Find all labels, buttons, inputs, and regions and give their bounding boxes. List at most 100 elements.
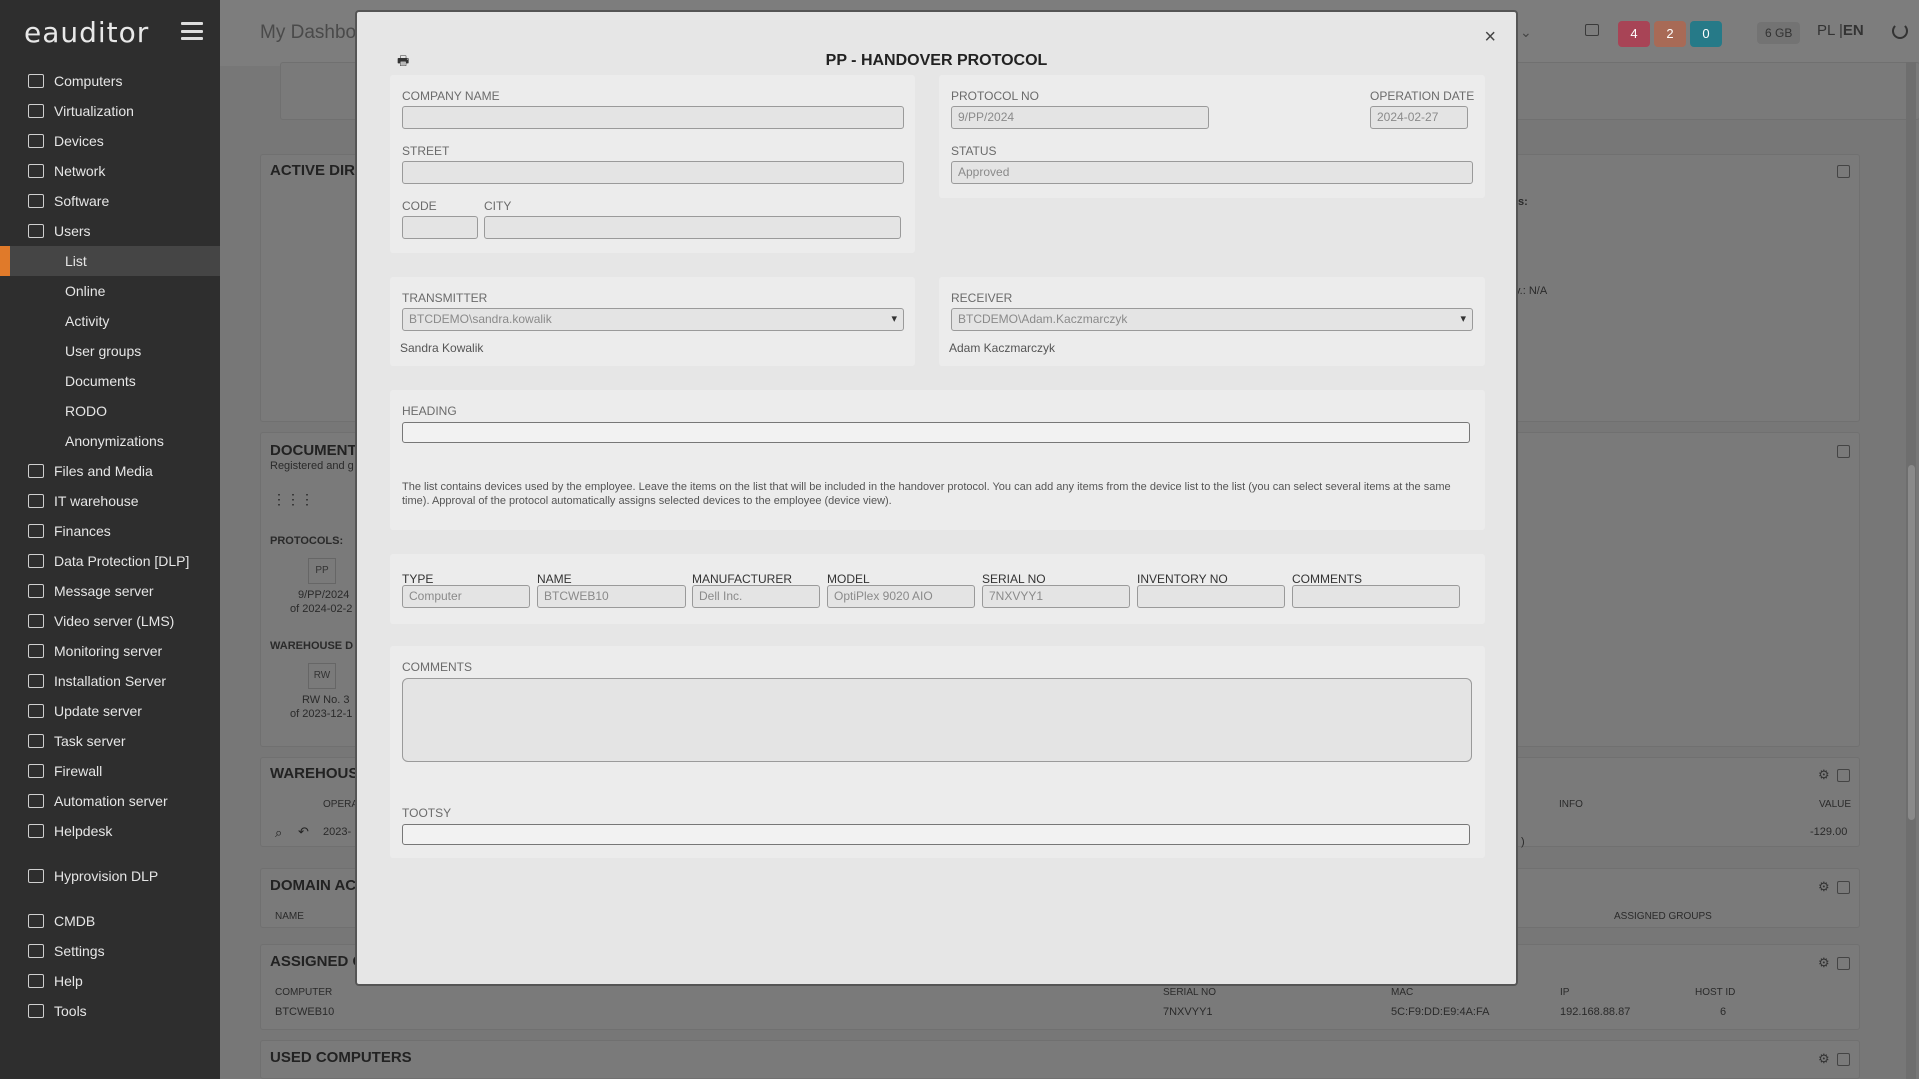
checkbox-icon[interactable] — [1837, 1053, 1850, 1066]
receiver-label: RECEIVER — [951, 291, 1013, 305]
sidebar-item-helpdesk[interactable]: Helpdesk — [0, 816, 220, 846]
gear-icon[interactable]: ⚙ — [1818, 767, 1830, 783]
street-field[interactable] — [402, 161, 904, 184]
used-computers-card — [260, 1040, 1860, 1079]
rw-badge[interactable]: RW — [308, 663, 336, 689]
pp-badge[interactable]: PP — [308, 558, 336, 584]
sidebar-item-rodo[interactable]: RODO — [0, 396, 220, 426]
row-computer[interactable]: BTCWEB10 — [275, 1006, 334, 1018]
device-field-name[interactable]: BTCWEB10 — [537, 585, 686, 608]
sidebar-item-label: List — [65, 253, 87, 269]
sidebar-item-files-and-media[interactable]: Files and Media — [0, 456, 220, 486]
automation-icon — [28, 794, 44, 808]
operation-date-field[interactable]: 2024-02-27 — [1370, 106, 1468, 129]
sidebar-item-finances[interactable]: Finances — [0, 516, 220, 546]
receiver-select[interactable]: BTCDEMO\Adam.Kaczmarczyk — [951, 308, 1473, 331]
device-field-comments[interactable] — [1292, 585, 1460, 608]
active-directory-title: ACTIVE DIRE — [270, 162, 366, 179]
sidebar-item-it-warehouse[interactable]: IT warehouse — [0, 486, 220, 516]
device-field-inventory-no[interactable] — [1137, 585, 1285, 608]
tools-icon — [28, 1004, 44, 1018]
power-icon[interactable] — [1892, 23, 1908, 39]
sidebar-item-software[interactable]: Software — [0, 186, 220, 216]
sidebar-item-label: Video server (LMS) — [54, 613, 175, 629]
sidebar-item-label: Computers — [54, 73, 123, 89]
documents-subtitle: Registered and g — [270, 460, 354, 472]
sidebar-item-label: Update server — [54, 703, 142, 719]
lang-pl[interactable]: PL — [1817, 22, 1835, 39]
language-switch[interactable]: PL |EN — [1817, 22, 1864, 39]
gear-icon[interactable]: ⚙ — [1818, 955, 1830, 971]
footer-field[interactable] — [402, 824, 1470, 845]
sidebar-item-label: Users — [54, 223, 91, 239]
sidebar-item-video-server-lms[interactable]: Video server (LMS) — [0, 606, 220, 636]
heading-field[interactable] — [402, 422, 1470, 443]
gear-icon[interactable]: ⚙ — [1818, 1051, 1830, 1067]
gear-icon — [28, 944, 44, 958]
device-field-model[interactable]: OptiPlex 9020 AIO — [827, 585, 975, 608]
sidebar-item-users[interactable]: Users — [0, 216, 220, 246]
sidebar-item-computers[interactable]: Computers — [0, 66, 220, 96]
sidebar-item-data-protection-dlp[interactable]: Data Protection [DLP] — [0, 546, 220, 576]
sidebar-item-documents[interactable]: Documents — [0, 366, 220, 396]
sidebar-item-settings[interactable]: Settings — [0, 936, 220, 966]
chevron-down-icon[interactable]: ⌄ — [1520, 24, 1532, 41]
device-field-serial-no[interactable]: 7NXVYY1 — [982, 585, 1130, 608]
transmitter-select[interactable]: BTCDEMO\sandra.kowalik — [402, 308, 904, 331]
sidebar-item-network[interactable]: Network — [0, 156, 220, 186]
undo-icon[interactable]: ↶ — [298, 824, 309, 840]
sidebar-item-cmdb[interactable]: CMDB — [0, 906, 220, 936]
sidebar-item-help[interactable]: Help — [0, 966, 220, 996]
comments-textarea[interactable] — [402, 678, 1472, 762]
database-icon — [28, 914, 44, 928]
sidebar-item-user-groups[interactable]: User groups — [0, 336, 220, 366]
search-icon[interactable]: ⌕ — [275, 825, 282, 841]
value-cell: -129.00 — [1810, 826, 1848, 838]
grid-icon[interactable]: ⋮⋮⋮ — [272, 491, 314, 508]
checkbox-icon[interactable] — [1837, 165, 1850, 178]
device-field-type[interactable]: Computer — [402, 585, 530, 608]
checkbox-icon[interactable] — [1837, 881, 1850, 894]
sidebar-item-devices[interactable]: Devices — [0, 126, 220, 156]
row-hostid: 6 — [1720, 1006, 1727, 1018]
lang-en[interactable]: EN — [1843, 22, 1864, 39]
alert-badge-red[interactable]: 4 — [1618, 21, 1650, 47]
gear-icon[interactable]: ⚙ — [1818, 879, 1830, 895]
code-field[interactable] — [402, 216, 478, 239]
sidebar-item-label: Finances — [54, 523, 111, 539]
page-scrollbar-thumb[interactable] — [1908, 465, 1915, 820]
city-field[interactable] — [484, 216, 901, 239]
sidebar-item-monitoring-server[interactable]: Monitoring server — [0, 636, 220, 666]
alert-badge-orange[interactable]: 2 — [1654, 21, 1686, 47]
file-icon — [28, 464, 44, 478]
company-name-field[interactable] — [402, 106, 904, 129]
status-field[interactable]: Approved — [951, 161, 1473, 184]
device-field-manufacturer[interactable]: Dell Inc. — [692, 585, 820, 608]
sidebar-item-automation-server[interactable]: Automation server — [0, 786, 220, 816]
sidebar-item-list[interactable]: List — [0, 246, 220, 276]
sidebar-item-activity[interactable]: Activity — [0, 306, 220, 336]
sidebar-item-anonymizations[interactable]: Anonymizations — [0, 426, 220, 456]
close-icon[interactable]: × — [1484, 26, 1496, 49]
hamburger-menu-icon[interactable] — [181, 22, 203, 40]
date-cell: 2023- — [323, 826, 352, 838]
checkbox-icon[interactable] — [1837, 769, 1850, 782]
sidebar-item-message-server[interactable]: Message server — [0, 576, 220, 606]
protocol-no-field[interactable]: 9/PP/2024 — [951, 106, 1209, 129]
sidebar-item-virtualization[interactable]: Virtualization — [0, 96, 220, 126]
sidebar-item-hyprovision-dlp[interactable]: Hyprovision DLP — [0, 861, 220, 891]
alert-badge-teal[interactable]: 0 — [1690, 21, 1722, 47]
computer-col: COMPUTER — [275, 987, 333, 998]
sidebar-item-installation-server[interactable]: Installation Server — [0, 666, 220, 696]
sidebar-item-firewall[interactable]: Firewall — [0, 756, 220, 786]
hostid-col: HOST ID — [1695, 987, 1736, 998]
rw-date: of 2023-12-1 — [290, 708, 353, 720]
sidebar-item-tools[interactable]: Tools — [0, 996, 220, 1026]
checkbox-icon[interactable] — [1837, 957, 1850, 970]
chat-icon[interactable] — [1585, 24, 1599, 36]
sidebar-item-task-server[interactable]: Task server — [0, 726, 220, 756]
sidebar-item-update-server[interactable]: Update server — [0, 696, 220, 726]
sidebar-item-online[interactable]: Online — [0, 276, 220, 306]
helpdesk-icon — [28, 824, 44, 838]
checkbox-icon[interactable] — [1837, 445, 1850, 458]
